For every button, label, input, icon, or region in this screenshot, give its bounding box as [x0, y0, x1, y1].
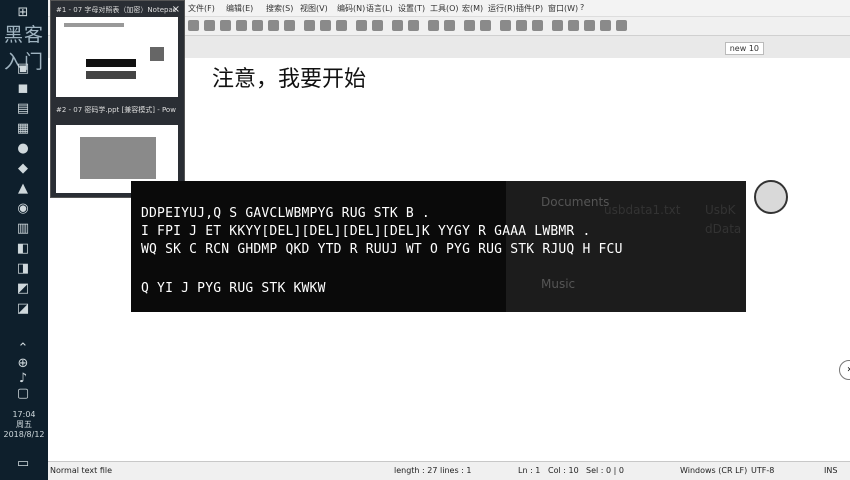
save-icon[interactable] — [220, 20, 231, 31]
stop-macro-icon[interactable] — [568, 20, 579, 31]
app-icon-11[interactable]: ◨ — [14, 260, 32, 278]
open-file-icon[interactable] — [204, 20, 215, 31]
notification-icon[interactable]: ▭ — [14, 455, 32, 473]
menu-macro[interactable]: 宏(M) — [462, 3, 483, 14]
cut-icon[interactable] — [304, 20, 315, 31]
close-icon[interactable] — [252, 20, 263, 31]
app-icon-2[interactable]: ◼ — [14, 80, 32, 98]
app-icon-7[interactable]: ▲ — [14, 180, 32, 198]
app-icon-4[interactable]: ▦ — [14, 120, 32, 138]
zoom-in-icon[interactable] — [428, 20, 439, 31]
zoom-out-icon[interactable] — [444, 20, 455, 31]
menu-edit[interactable]: 编辑(E) — [226, 3, 253, 14]
menu-settings[interactable]: 设置(T) — [398, 3, 425, 14]
thumbnail-preview-1[interactable] — [56, 17, 178, 97]
menu-view[interactable]: 视图(V) — [300, 3, 328, 14]
run-macro-icon[interactable] — [600, 20, 611, 31]
status-file-type: Normal text file — [50, 466, 113, 475]
cipher-line-5: Q YI J PYG RUG STK KWKW — [141, 281, 326, 296]
taskbar-thumbnails: #1 - 07 字母对照表（加密）Notepad++ × #2 - 07 密码学… — [50, 0, 185, 198]
menu-window[interactable]: 窗口(W) — [548, 3, 578, 14]
menu-run[interactable]: 运行(R) — [488, 3, 516, 14]
tab-new-10[interactable]: new 10 — [724, 42, 764, 55]
cipher-line-3: WQ SK C RCN GHDMP QKD YTD R RUUJ WT O PY… — [141, 242, 623, 257]
thumbnail-title-1[interactable]: #1 - 07 字母对照表（加密）Notepad++ — [56, 5, 176, 15]
cipher-line-2: I FPI J ET KKYY[DEL][DEL][DEL][DEL]K YYG… — [141, 224, 591, 239]
app-icon-8[interactable]: ◉ — [14, 200, 32, 218]
status-mode: INS — [824, 466, 838, 475]
menu-plugins[interactable]: 插件(P) — [516, 3, 543, 14]
cipher-line-1: DDPEIYUJ,Q S GAVCLWBMPYG RUG STK B . — [141, 206, 430, 221]
find-icon[interactable] — [392, 20, 403, 31]
app-icon-9[interactable]: ▥ — [14, 220, 32, 238]
menu-search[interactable]: 搜索(S) — [266, 3, 293, 14]
word-wrap-icon[interactable] — [500, 20, 511, 31]
show-all-icon[interactable] — [516, 20, 527, 31]
paste-icon[interactable] — [336, 20, 347, 31]
clock-time: 17:04 — [12, 410, 36, 419]
app-icon-6[interactable]: ◆ — [14, 160, 32, 178]
record-macro-icon[interactable] — [552, 20, 563, 31]
sync-v-icon[interactable] — [464, 20, 475, 31]
ghost-documents: Documents — [541, 195, 610, 209]
status-bar: Normal text file length : 27 lines : 1 L… — [48, 461, 850, 480]
print-icon[interactable] — [284, 20, 295, 31]
app-icon-1[interactable]: ▣ — [14, 60, 32, 78]
replace-icon[interactable] — [408, 20, 419, 31]
avatar[interactable] — [754, 180, 788, 214]
app-icon-13[interactable]: ◪ — [14, 300, 32, 318]
save-all-icon[interactable] — [236, 20, 247, 31]
menu-file[interactable]: 文件(F) — [188, 3, 215, 14]
file-label-3: dData — [705, 222, 742, 236]
save-macro-icon[interactable] — [616, 20, 627, 31]
copy-icon[interactable] — [320, 20, 331, 31]
sync-h-icon[interactable] — [480, 20, 491, 31]
status-encoding[interactable]: UTF-8 — [751, 466, 774, 475]
taskbar: ⊞ 黑客入门 ▣ ◼ ▤ ▦ ● ◆ ▲ ◉ ▥ ◧ ◨ ◩ ◪ ⌃ ⊕ ♪ ▢… — [0, 0, 48, 480]
clock-weekday: 周五 — [16, 420, 32, 429]
status-eol[interactable]: Windows (CR LF) — [680, 466, 747, 475]
thumbnail-title-2[interactable]: #2 - 07 密码学.ppt [兼容模式] - PowerPoint — [56, 105, 176, 115]
menu-encoding[interactable]: 编码(N) — [337, 3, 365, 14]
input-method-icon[interactable]: ▢ — [14, 385, 32, 403]
app-icon-12[interactable]: ◩ — [14, 280, 32, 298]
cipher-text-panel: Documents Music DDPEIYUJ,Q S GAVCLWBMPYG… — [131, 181, 746, 312]
status-lines: lines : 1 — [440, 466, 472, 475]
close-icon[interactable]: × — [172, 4, 180, 15]
menu-tools[interactable]: 工具(O) — [430, 3, 459, 14]
undo-icon[interactable] — [356, 20, 367, 31]
status-ln: Ln : 1 — [518, 466, 541, 475]
status-length: length : 27 — [394, 466, 438, 475]
clock-date: 2018/8/12 — [3, 430, 45, 439]
app-icon-10[interactable]: ◧ — [14, 240, 32, 258]
status-sel: Sel : 0 | 0 — [586, 466, 624, 475]
redo-icon[interactable] — [372, 20, 383, 31]
status-col: Col : 10 — [548, 466, 579, 475]
close-all-icon[interactable] — [268, 20, 279, 31]
play-macro-icon[interactable] — [584, 20, 595, 31]
ghost-music: Music — [541, 277, 576, 291]
app-icon-3[interactable]: ▤ — [14, 100, 32, 118]
app-icon-5[interactable]: ● — [14, 140, 32, 158]
menu-language[interactable]: 语言(L) — [366, 3, 393, 14]
new-file-icon[interactable] — [188, 20, 199, 31]
indent-guide-icon[interactable] — [532, 20, 543, 31]
menu-help[interactable]: ? — [580, 3, 584, 12]
editor-text-line: 注意，我要开始 — [212, 67, 367, 92]
taskbar-clock[interactable]: 17:04 周五 2018/8/12 — [2, 410, 46, 440]
